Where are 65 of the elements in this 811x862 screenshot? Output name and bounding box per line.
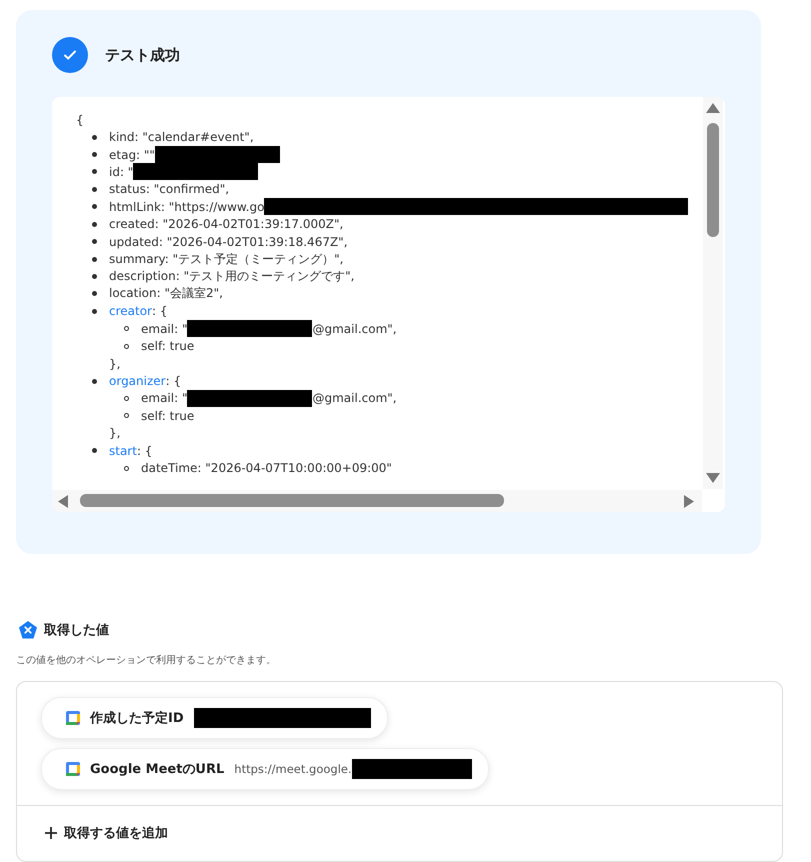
section-title: 取得した値 <box>44 622 109 639</box>
bullet-icon <box>92 204 97 210</box>
scrollbar-thumb[interactable] <box>707 123 719 237</box>
bullet-icon <box>92 152 97 158</box>
object-key: start <box>109 444 137 458</box>
bullet-icon <box>92 274 97 279</box>
value-label: 作成した予定ID <box>90 710 184 727</box>
bullet-icon <box>92 239 97 244</box>
value-chip[interactable]: Google MeetのURL https://meet.google. <box>41 748 489 790</box>
code-text: location: "会議室2", <box>109 285 223 302</box>
code-text: updated: "2026-04-02T01:39:18.467Z", <box>109 234 348 249</box>
bullet-icon <box>92 308 97 314</box>
scrollbar-thumb[interactable] <box>80 494 504 507</box>
code-text: email: " <box>141 391 188 406</box>
bullet-icon <box>92 186 97 192</box>
code-text: self: true <box>141 408 194 423</box>
bullet-icon <box>124 326 129 332</box>
calendar-icon <box>66 711 80 725</box>
code-text: }, <box>109 426 120 440</box>
code-text: email: " <box>141 322 188 336</box>
code-text: : { <box>166 374 182 388</box>
code-text: etag: "" <box>109 148 155 162</box>
code-text: created: "2026-04-02T01:39:17.000Z", <box>109 217 344 232</box>
bullet-icon <box>92 378 97 384</box>
object-key: creator <box>109 304 152 318</box>
code-text: { <box>76 112 84 127</box>
horizontal-scrollbar[interactable] <box>52 490 702 512</box>
bullet-icon <box>92 448 97 454</box>
code-text: : { <box>136 444 152 458</box>
value-text: https://meet.google. <box>234 762 352 776</box>
code-text: status: "confirmed", <box>109 182 230 196</box>
bullet-icon <box>124 466 129 471</box>
code-text: @gmail.com", <box>312 322 397 336</box>
object-key: organizer <box>109 374 166 388</box>
down-arrow-icon[interactable] <box>706 473 720 483</box>
code-text: : { <box>152 304 168 318</box>
section-description: この値を他のオペレーションで利用することができます。 <box>16 654 277 667</box>
calendar-icon <box>66 762 80 776</box>
vertical-scrollbar[interactable] <box>703 97 723 489</box>
left-arrow-icon[interactable] <box>58 495 68 508</box>
bullet-icon <box>92 256 97 262</box>
variable-icon <box>18 620 38 640</box>
value-chip[interactable]: 作成した予定ID <box>41 697 388 739</box>
right-arrow-icon[interactable] <box>684 495 694 508</box>
code-text: }, <box>109 356 120 371</box>
up-arrow-icon[interactable] <box>706 103 720 113</box>
bullet-icon <box>124 413 129 418</box>
bullet-icon <box>124 344 129 349</box>
code-text: @gmail.com", <box>312 391 397 406</box>
result-title: テスト成功 <box>105 46 180 64</box>
bullet-icon <box>124 396 129 401</box>
bullet-icon <box>92 169 97 174</box>
code-text: dateTime: "2026-04-07T10:00:00+09:00" <box>141 461 392 476</box>
bullet-icon <box>92 222 97 227</box>
code-text: summary: "テスト予定（ミーティング）", <box>109 250 344 268</box>
value-label: Google MeetのURL <box>90 761 224 778</box>
plus-icon <box>44 826 58 840</box>
bullet-icon <box>92 291 97 296</box>
code-text: kind: "calendar#event", <box>109 130 254 144</box>
code-text: description: "テスト用のミーティングです", <box>109 268 354 285</box>
code-text: self: true <box>141 339 194 354</box>
add-value-button[interactable]: 取得する値を追加 <box>17 806 195 861</box>
code-text: htmlLink: "https://www.go <box>109 200 264 214</box>
code-text: id: " <box>109 164 134 179</box>
bullet-icon <box>92 134 97 140</box>
